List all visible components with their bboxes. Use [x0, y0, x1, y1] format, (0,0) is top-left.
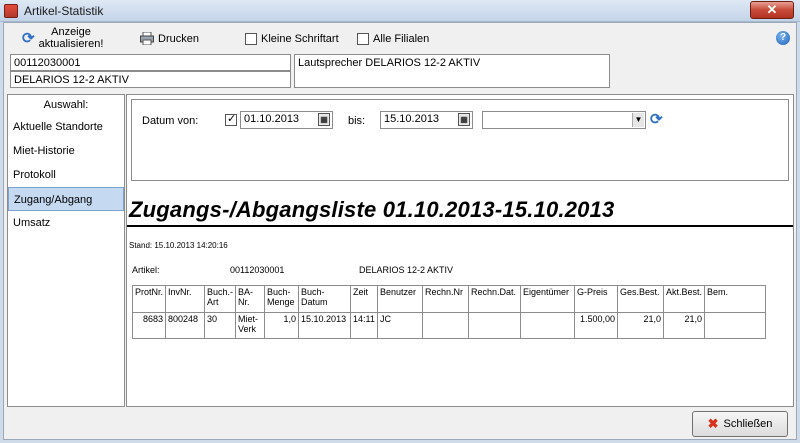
nav-item-miet-historie[interactable]: Miet-Historie [8, 139, 124, 163]
column-header: Akt.Best. [663, 285, 706, 313]
refresh-label: Anzeige aktualisieren! [39, 26, 104, 50]
report-panel: Datum von: 01.10.2013 ▦ bis: 15.10.2013 … [126, 94, 794, 407]
report-divider [127, 225, 793, 227]
refresh-button[interactable]: ⟳ Anzeige aktualisieren! [22, 26, 103, 50]
column-header: Bem. [704, 285, 767, 313]
calendar-icon[interactable]: ▦ [318, 113, 330, 126]
column-header: Rechn.Nr [422, 285, 470, 313]
table-cell: 14:11 [350, 312, 379, 339]
table-cell [520, 312, 576, 339]
article-label: Artikel: [132, 265, 160, 275]
column-header: Benutzer [377, 285, 424, 313]
app-icon [4, 4, 18, 18]
article-number: 00112030001 [230, 265, 285, 275]
nav-item-aktuelle-standorte[interactable]: Aktuelle Standorte [8, 115, 124, 139]
chevron-down-icon[interactable]: ▼ [632, 113, 644, 127]
table-cell: JC [377, 312, 424, 339]
table-cell [422, 312, 470, 339]
title-bar: Artikel-Statistik ✕ [0, 0, 800, 22]
article-name-field: DELARIOS 12-2 AKTIV [10, 71, 291, 88]
selection-nav: Auswahl: Aktuelle Standorte Miet-Histori… [7, 94, 125, 407]
date-from-label: Datum von: [142, 115, 199, 127]
column-header: Eigentümer [520, 285, 576, 313]
transaction-table: ProtNr. InvNr. Buch.- Art BA- Nr. Buch- Meng… [131, 285, 767, 339]
table-header-row: ProtNr. InvNr. Buch.- Art BA- Nr. Buch- Meng… [131, 285, 767, 313]
small-font-label: Kleine Schriftart [261, 33, 339, 45]
table-cell [704, 312, 767, 339]
table-cell: 800248 [165, 312, 206, 339]
calendar-icon[interactable]: ▦ [458, 113, 470, 126]
refresh-label-line2: aktualisieren! [38, 38, 104, 50]
column-header: Rechn.Dat. [468, 285, 522, 313]
column-header: Ges.Best. [617, 285, 665, 313]
nav-item-umsatz[interactable]: Umsatz [8, 211, 124, 235]
table-cell: 21,0 [617, 312, 665, 339]
filter-panel: Datum von: 01.10.2013 ▦ bis: 15.10.2013 … [131, 99, 789, 181]
date-to-value: 15.10.2013 [384, 113, 440, 125]
print-button[interactable]: Drucken [140, 32, 199, 45]
table-cell: 15.10.2013 [298, 312, 352, 339]
nav-item-zugang-abgang[interactable]: Zugang/Abgang [8, 187, 124, 211]
column-header: Buch.- Art [204, 285, 237, 313]
table-cell: 8683 [131, 312, 167, 339]
column-header: Zeit [350, 285, 379, 313]
print-label: Drucken [158, 32, 199, 45]
date-from-value: 01.10.2013 [244, 113, 300, 125]
refresh-icon: ⟳ [22, 30, 35, 47]
close-dialog-label: Schließen [723, 418, 773, 430]
article-number-field: 00112030001 [10, 54, 291, 71]
close-dialog-button[interactable]: ✖ Schließen [692, 411, 788, 437]
table-cell: 1.500,00 [574, 312, 619, 339]
date-to-input[interactable]: 15.10.2013 ▦ [380, 111, 473, 129]
toolbar: ⟳ Anzeige aktualisieren! Drucken Kleine … [4, 23, 796, 53]
small-font-checkbox[interactable]: Kleine Schriftart [245, 33, 339, 45]
help-icon[interactable]: ? [776, 31, 790, 45]
filter-refresh-icon[interactable]: ⟳ [650, 110, 663, 128]
table-cell [468, 312, 522, 339]
table-cell: 30 [204, 312, 237, 339]
date-from-checkbox[interactable] [225, 112, 237, 126]
window-title: Artikel-Statistik [24, 4, 104, 18]
column-header: InvNr. [165, 285, 206, 313]
table-row: 8683 800248 30 Miet- Verk 1,0 15.10.2013 14:11… [131, 312, 767, 339]
window-close-button[interactable]: ✕ [750, 1, 794, 19]
table-cell: 1,0 [264, 312, 300, 339]
date-from-input[interactable]: 01.10.2013 ▦ [240, 111, 333, 129]
column-header: ProtNr. [131, 285, 167, 313]
small-font-checkbox-box[interactable] [245, 33, 257, 45]
footer-bar: ✖ Schließen [4, 408, 796, 439]
column-header: Buch- Menge [264, 285, 300, 313]
printer-icon [140, 32, 154, 45]
article-description-field: Lautsprecher DELARIOS 12-2 AKTIV [294, 54, 610, 88]
close-icon: ✖ [707, 416, 719, 431]
all-branches-label: Alle Filialen [373, 33, 430, 45]
nav-title: Auswahl: [43, 99, 89, 111]
report-title: Zugangs-/Abgangsliste 01.10.2013-15.10.2… [129, 197, 615, 222]
column-header: G-Preis [574, 285, 619, 313]
table-cell: Miet- Verk [235, 312, 266, 339]
column-header: BA- Nr. [235, 285, 266, 313]
branch-select[interactable]: ▼ [482, 111, 646, 129]
article-name: DELARIOS 12-2 AKTIV [359, 265, 454, 275]
refresh-label-line1: Anzeige [51, 26, 91, 38]
all-branches-checkbox-box[interactable] [357, 33, 369, 45]
column-header: Buch- Datum [298, 285, 352, 313]
date-to-label: bis: [348, 115, 366, 127]
table-cell: 21,0 [663, 312, 706, 339]
window-client: ⟳ Anzeige aktualisieren! Drucken Kleine … [3, 22, 797, 440]
report-timestamp: Stand: 15.10.2013 14:20:16 [129, 241, 228, 250]
all-branches-checkbox[interactable]: Alle Filialen [357, 33, 429, 45]
nav-item-protokoll[interactable]: Protokoll [8, 163, 124, 187]
